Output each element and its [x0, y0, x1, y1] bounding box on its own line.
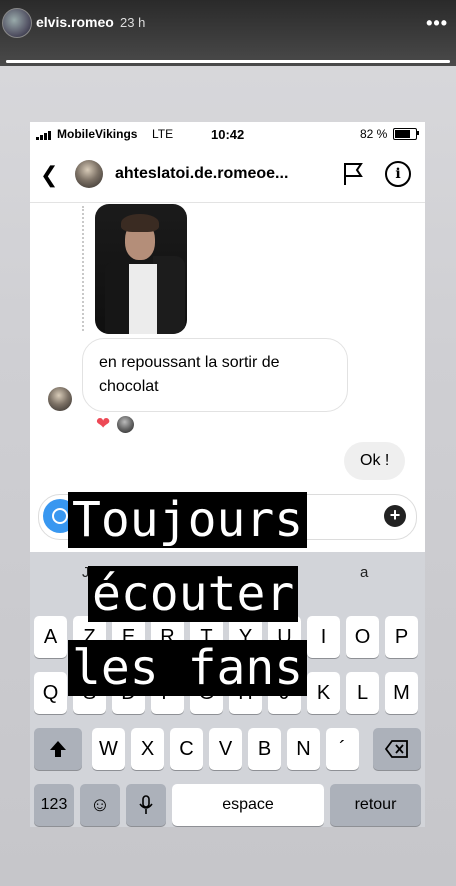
status-time: 10:42 [211, 127, 245, 142]
network-type: LTE [152, 127, 174, 141]
key-m[interactable]: M [385, 672, 418, 714]
battery-level [395, 130, 410, 138]
carrier-name: MobileVikings [57, 127, 138, 141]
key-k[interactable]: K [307, 672, 340, 714]
emoji-icon[interactable]: ☺ [80, 784, 120, 826]
key-a[interactable]: A [34, 616, 67, 658]
battery-icon [393, 128, 417, 140]
key-c[interactable]: C [170, 728, 203, 770]
key-i[interactable]: I [307, 616, 340, 658]
key-accent[interactable]: ´ [326, 728, 359, 770]
heart-icon: ❤ [96, 414, 111, 433]
story-progress-bar [6, 60, 450, 63]
space-key[interactable]: espace [172, 784, 324, 826]
chevron-left-icon[interactable]: ❮ [40, 162, 58, 188]
sender-avatar[interactable] [48, 387, 72, 411]
image-message[interactable] [95, 204, 187, 334]
plus-icon[interactable]: + [384, 505, 406, 527]
more-dots-icon[interactable]: ••• [426, 13, 448, 34]
chat-avatar[interactable] [75, 160, 103, 188]
dm-screenshot: MobileVikings LTE 10:42 82 % ❮ ahteslato… [30, 122, 425, 827]
key-w[interactable]: W [92, 728, 125, 770]
key-b[interactable]: B [248, 728, 281, 770]
backspace-icon[interactable] [373, 728, 421, 770]
key-q[interactable]: Q [34, 672, 67, 714]
key-n[interactable]: N [287, 728, 320, 770]
shift-icon[interactable] [34, 728, 82, 770]
key-p[interactable]: P [385, 616, 418, 658]
numbers-key[interactable]: 123 [34, 784, 74, 826]
story-username[interactable]: elvis.romeo [36, 14, 114, 30]
microphone-icon[interactable] [126, 784, 166, 826]
flag-icon[interactable] [342, 162, 364, 186]
suggestion-item[interactable]: a [360, 564, 368, 581]
chat-title[interactable]: ahteslatoi.de.romeoe... [115, 165, 288, 183]
info-icon[interactable]: i [385, 161, 411, 187]
story-time-ago: 23 h [120, 15, 146, 30]
overlay-text-line-1: Toujours [68, 492, 308, 548]
reactor-avatar [116, 415, 135, 434]
chat-header: ❮ ahteslatoi.de.romeoe... i [30, 148, 425, 203]
key-l[interactable]: L [346, 672, 379, 714]
key-x[interactable]: X [131, 728, 164, 770]
message-list: en repoussant la sortir de chocolat ❤ Ok… [30, 204, 425, 494]
battery-percent: 82 % [360, 127, 388, 141]
phone-status-bar: MobileVikings LTE 10:42 82 % [30, 122, 425, 146]
signal-icon [36, 130, 54, 140]
reply-thread-line [82, 206, 84, 331]
story-progress-fill [6, 60, 450, 63]
incoming-message[interactable]: en repoussant la sortir de chocolat [82, 338, 348, 412]
story-header: elvis.romeo 23 h ••• [0, 0, 456, 66]
return-key[interactable]: retour [330, 784, 421, 826]
key-v[interactable]: V [209, 728, 242, 770]
story-avatar[interactable] [2, 8, 32, 38]
overlay-text-line-3: les fans [68, 640, 308, 696]
outgoing-message[interactable]: Ok ! [344, 442, 406, 480]
overlay-text-line-2: écouter [88, 566, 299, 622]
key-o[interactable]: O [346, 616, 379, 658]
